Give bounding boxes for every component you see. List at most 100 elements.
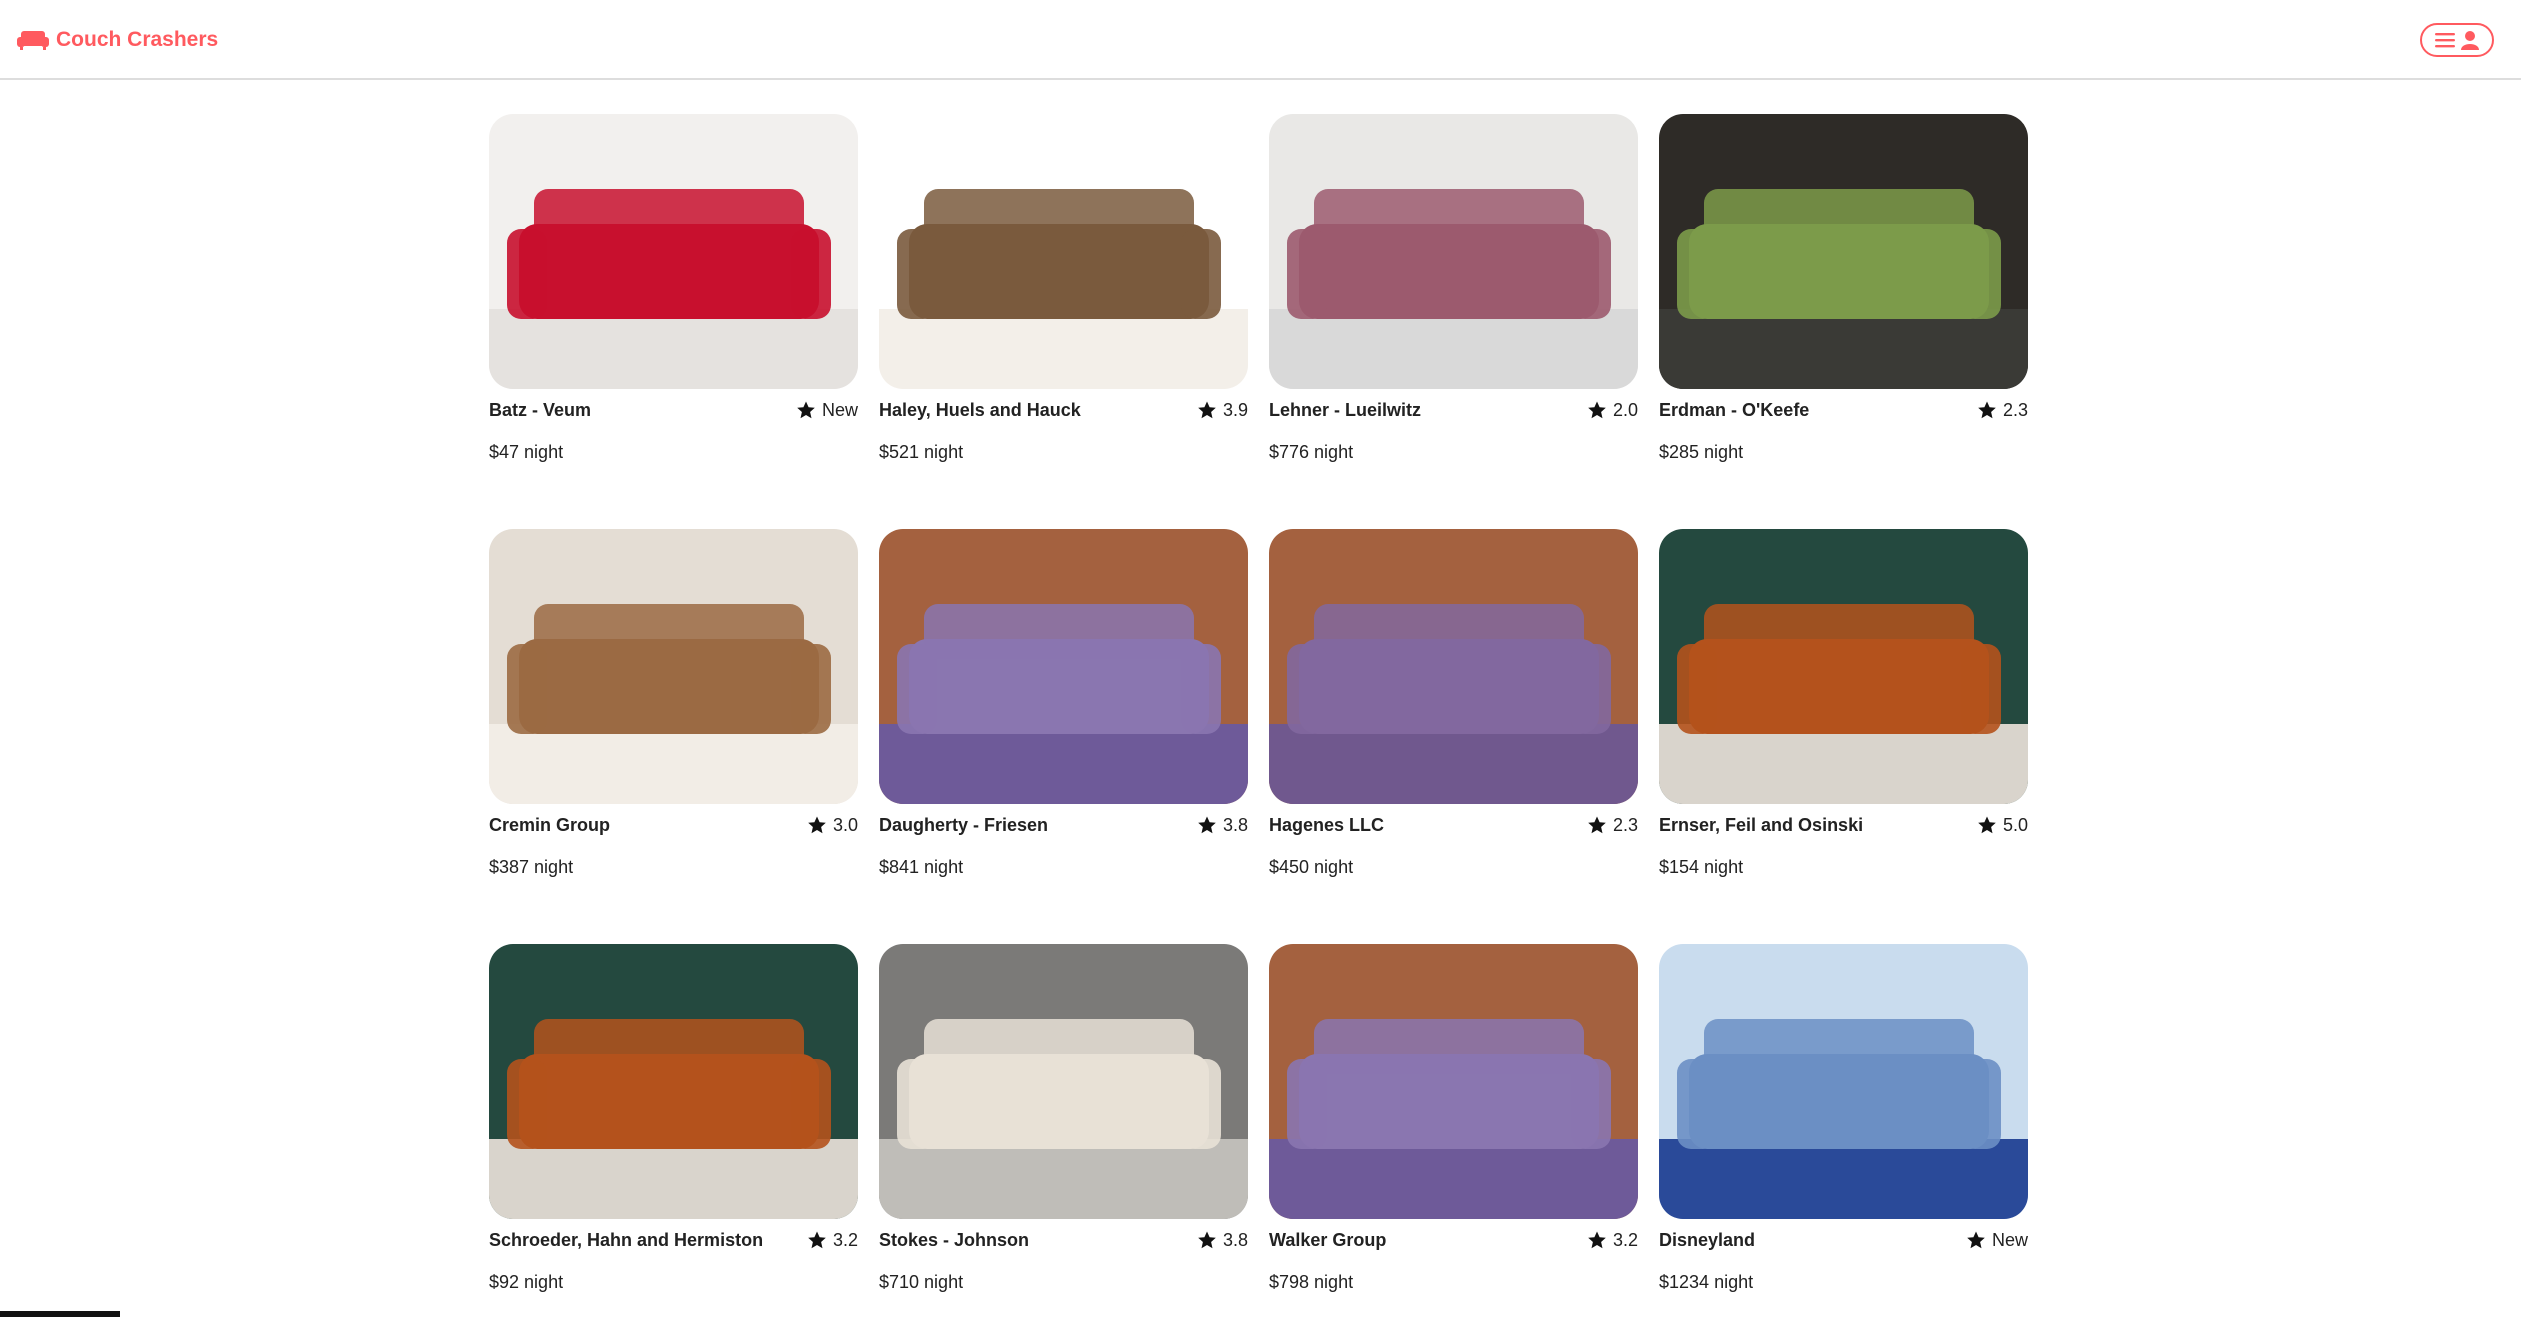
listing-rating: 2.0 — [1587, 398, 1638, 422]
listing-price: $1234 night — [1659, 1270, 1753, 1294]
listing-rating: 3.9 — [1197, 398, 1248, 422]
price-amount: $841 — [879, 857, 920, 877]
listing-card[interactable]: Ernser, Feil and Osinski 5.0 $154 night — [1659, 529, 2028, 899]
listing-photo — [1269, 529, 1638, 804]
price-unit: night — [1314, 1272, 1354, 1292]
listing-price: $776 night — [1269, 440, 1353, 464]
listing-price: $450 night — [1269, 855, 1353, 879]
price-unit: night — [524, 1272, 564, 1292]
listing-rating: 3.2 — [1587, 1228, 1638, 1252]
rating-value: 3.2 — [832, 1230, 858, 1250]
star-icon — [797, 401, 815, 419]
listing-photo — [1269, 114, 1638, 389]
listing-name: Walker Group — [1269, 1230, 1387, 1250]
star-icon — [1588, 1231, 1606, 1249]
listing-image[interactable] — [879, 114, 1248, 389]
listing-rating: 3.8 — [1197, 1228, 1248, 1252]
price-unit: night — [1704, 857, 1744, 877]
listing-name: Disneyland — [1659, 1230, 1756, 1250]
listing-price: $285 night — [1659, 440, 1743, 464]
listing-name: Hagenes LLC — [1269, 815, 1385, 835]
listing-photo — [879, 529, 1248, 804]
star-icon — [1978, 401, 1996, 419]
listing-price: $47 night — [489, 440, 563, 464]
star-icon — [1978, 816, 1996, 834]
star-icon — [1967, 1231, 1985, 1249]
listing-name: Schroeder, Hahn and Hermiston — [489, 1230, 764, 1250]
price-amount: $710 — [879, 1272, 920, 1292]
price-amount: $521 — [879, 442, 920, 462]
listing-image[interactable] — [1269, 114, 1638, 389]
listing-name: Haley, Huels and Hauck — [879, 400, 1081, 420]
price-amount: $798 — [1269, 1272, 1310, 1292]
listing-price: $92 night — [489, 1270, 563, 1294]
star-icon — [1198, 1231, 1216, 1249]
listing-name: Erdman - O'Keefe — [1659, 400, 1810, 420]
listing-photo — [489, 529, 858, 804]
price-amount: $92 — [489, 1272, 520, 1292]
listing-card[interactable]: Walker Group 3.2 $798 night — [1269, 944, 1638, 1314]
listing-price: $841 night — [879, 855, 963, 879]
listing-card[interactable]: Schroeder, Hahn and Hermiston 3.2 $92 nig… — [489, 944, 858, 1314]
price-amount: $285 — [1659, 442, 1700, 462]
rating-value: 2.0 — [1612, 400, 1638, 420]
price-unit: night — [924, 442, 964, 462]
listing-image[interactable] — [1659, 114, 2028, 389]
listing-price: $154 night — [1659, 855, 1743, 879]
logo-link[interactable]: Couch Crashers — [16, 26, 218, 54]
listing-card[interactable]: Batz - Veum New $47 night — [489, 114, 858, 484]
listing-price: $710 night — [879, 1270, 963, 1294]
listing-name: Stokes - Johnson — [879, 1230, 1030, 1250]
listing-rating: 3.0 — [807, 813, 858, 837]
listing-image[interactable] — [489, 114, 858, 389]
price-unit: night — [924, 857, 964, 877]
listing-photo — [1659, 944, 2028, 1219]
listing-card[interactable]: Stokes - Johnson 3.8 $710 night — [879, 944, 1248, 1314]
listing-photo — [489, 944, 858, 1219]
rating-value: 3.9 — [1222, 400, 1248, 420]
listing-card[interactable]: Daugherty - Friesen 3.8 $841 night — [879, 529, 1248, 899]
listing-name: Cremin Group — [489, 815, 611, 835]
listing-card[interactable]: Disneyland New $1234 night — [1659, 944, 2028, 1314]
couch-icon — [17, 31, 49, 50]
user-icon — [2461, 31, 2479, 50]
user-menu-button[interactable] — [2420, 23, 2494, 57]
rating-value: New — [1991, 1230, 2028, 1250]
price-unit: night — [534, 857, 574, 877]
top-nav-bar: Couch Crashers — [0, 0, 2521, 80]
listing-photo — [879, 944, 1248, 1219]
star-icon — [1198, 816, 1216, 834]
listing-name: Batz - Veum — [489, 400, 592, 420]
price-amount: $1234 — [1659, 1272, 1710, 1292]
listing-image[interactable] — [1269, 944, 1638, 1219]
listing-card[interactable]: Erdman - O'Keefe 2.3 $285 night — [1659, 114, 2028, 484]
listing-image[interactable] — [489, 944, 858, 1219]
rating-value: 2.3 — [2002, 400, 2028, 420]
price-amount: $387 — [489, 857, 530, 877]
app-title: Couch Crashers — [56, 28, 219, 51]
star-icon — [808, 1231, 826, 1249]
price-amount: $47 — [489, 442, 520, 462]
price-unit: night — [524, 442, 564, 462]
hamburger-icon — [2435, 33, 2455, 48]
listing-image[interactable] — [1269, 529, 1638, 804]
listing-rating: 5.0 — [1977, 813, 2028, 837]
listing-card[interactable]: Hagenes LLC 2.3 $450 night — [1269, 529, 1638, 899]
listing-image[interactable] — [879, 944, 1248, 1219]
listing-image[interactable] — [879, 529, 1248, 804]
star-icon — [1588, 401, 1606, 419]
listing-photo — [1269, 944, 1638, 1219]
price-unit: night — [1714, 1272, 1754, 1292]
listing-photo — [489, 114, 858, 389]
listing-card[interactable]: Haley, Huels and Hauck 3.9 $521 night — [879, 114, 1248, 484]
listing-image[interactable] — [1659, 529, 2028, 804]
listing-name: Ernser, Feil and Osinski — [1659, 815, 1864, 835]
listing-card[interactable]: Lehner - Lueilwitz 2.0 $776 night — [1269, 114, 1638, 484]
listing-card[interactable]: Cremin Group 3.0 $387 night — [489, 529, 858, 899]
listing-rating: New — [796, 398, 858, 422]
listing-image[interactable] — [1659, 944, 2028, 1219]
listing-image[interactable] — [489, 529, 858, 804]
listing-price: $387 night — [489, 855, 573, 879]
listing-price: $521 night — [879, 440, 963, 464]
rating-value: New — [821, 400, 858, 420]
